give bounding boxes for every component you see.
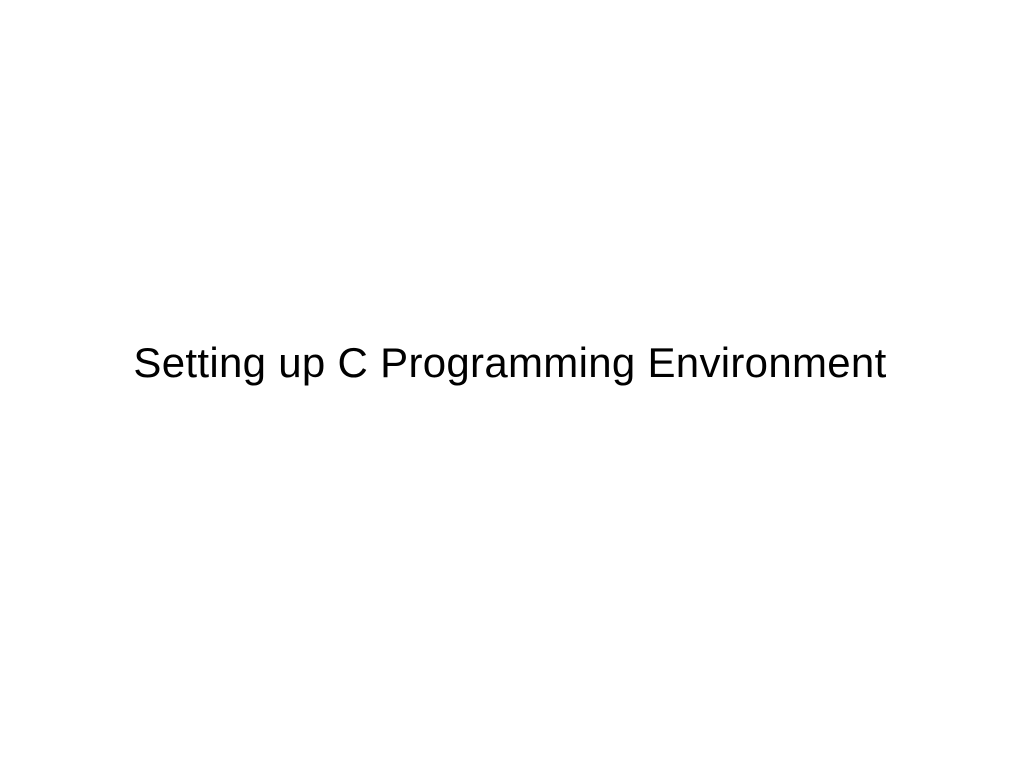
slide-title: Setting up C Programming Environment [133,339,886,387]
